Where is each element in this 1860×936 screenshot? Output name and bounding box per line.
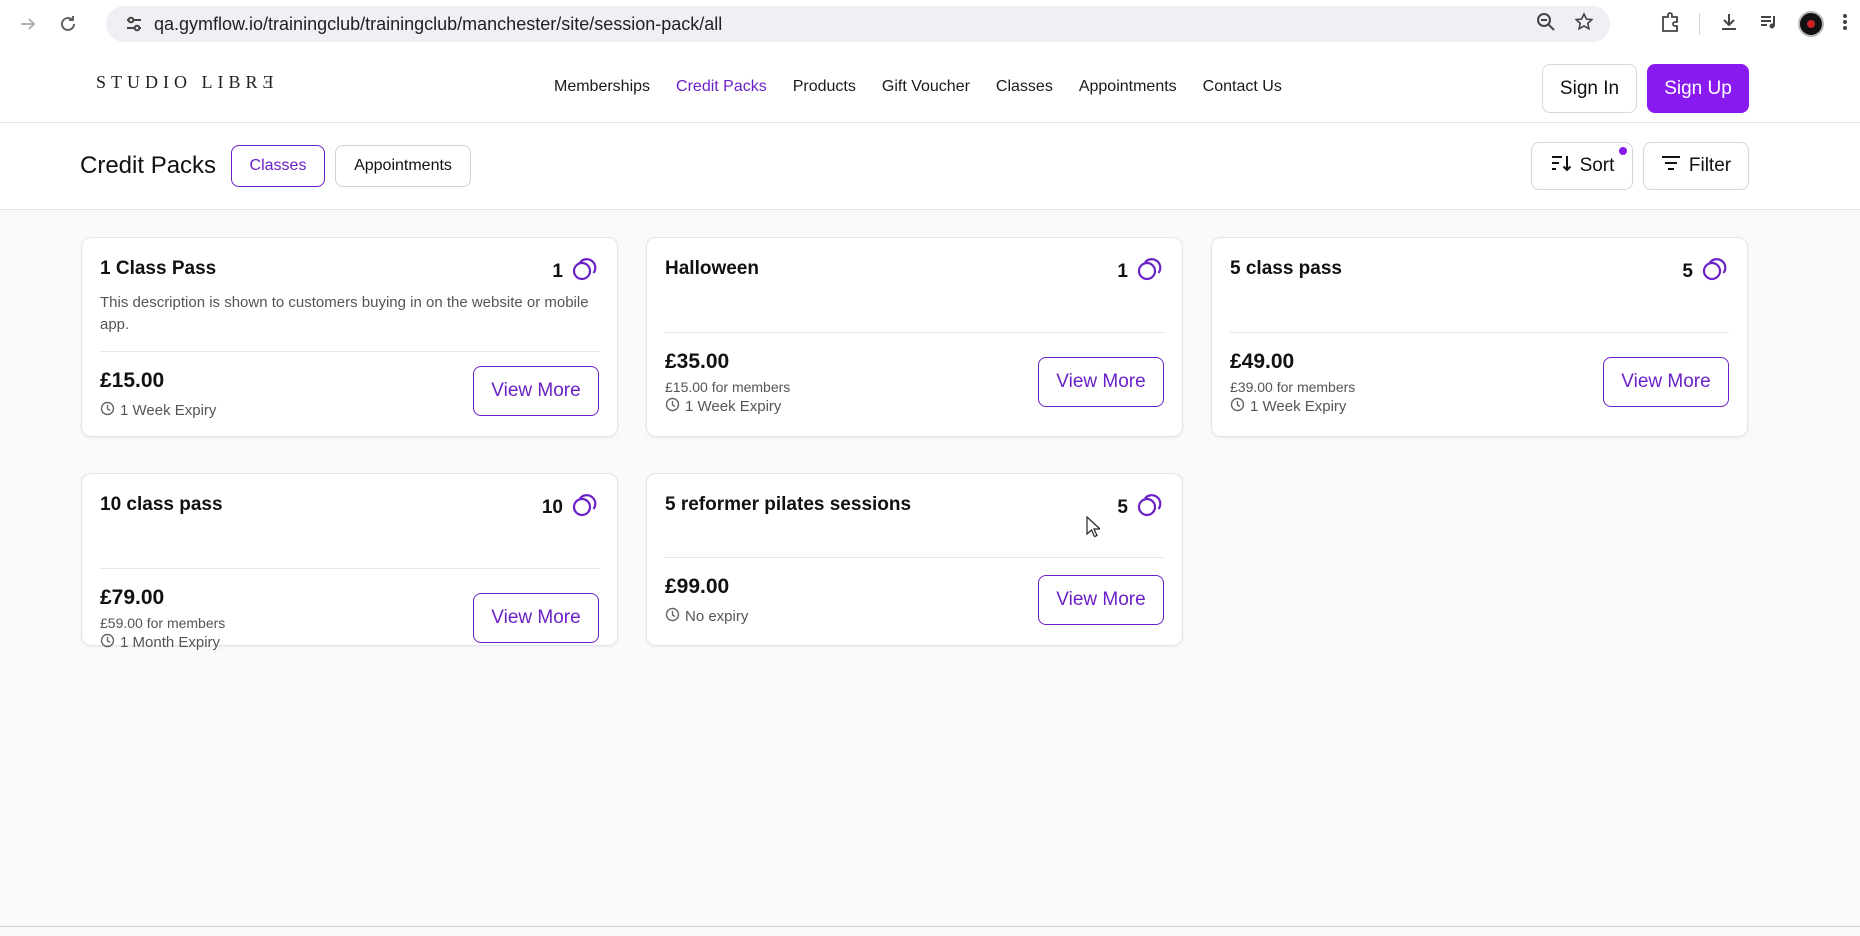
- view-more-button[interactable]: View More: [473, 366, 599, 416]
- page-bottom-divider: [0, 926, 1860, 927]
- download-icon[interactable]: [1718, 11, 1740, 38]
- address-bar[interactable]: qa.gymflow.io/trainingclub/trainingclub/…: [106, 6, 1610, 42]
- card-divider: [100, 351, 599, 352]
- card-price: £79.00: [100, 586, 165, 609]
- menu-icon[interactable]: [1842, 12, 1848, 37]
- clock-icon: [100, 633, 115, 652]
- site-settings-icon[interactable]: [114, 14, 154, 34]
- expiry-label: 1 Week Expiry: [685, 398, 782, 415]
- credit-count-value: 5: [1117, 497, 1128, 518]
- card-divider: [665, 557, 1164, 558]
- card-title: 5 reformer pilates sessions: [665, 494, 912, 515]
- credit-count-value: 10: [541, 497, 563, 518]
- sort-label: Sort: [1579, 155, 1615, 176]
- credit-count-value: 1: [552, 261, 563, 282]
- credits-icon: [1136, 256, 1164, 288]
- member-price: £15.00 for members: [665, 379, 791, 395]
- page-toolbar: Credit Packs Classes Appointments Sort F…: [0, 124, 1860, 210]
- card-expiry: 1 Week Expiry: [665, 397, 781, 416]
- expiry-label: 1 Month Expiry: [120, 634, 221, 651]
- nav-contact-us[interactable]: Contact Us: [1203, 78, 1282, 96]
- credits-icon: [571, 492, 599, 524]
- card-credit-count: 5: [1117, 492, 1164, 524]
- view-more-button[interactable]: View More: [1038, 575, 1164, 625]
- card-price: £99.00: [665, 575, 730, 598]
- page-title: Credit Packs: [80, 152, 217, 179]
- card-title: 10 class pass: [100, 494, 223, 515]
- card-title: Halloween: [665, 258, 759, 279]
- browser-toolbar: qa.gymflow.io/trainingclub/trainingclub/…: [0, 0, 1860, 48]
- bookmark-star-icon[interactable]: [1574, 11, 1594, 37]
- clock-icon: [665, 397, 680, 416]
- toolbar-separator: [1699, 13, 1700, 35]
- clock-icon: [665, 607, 680, 626]
- zoom-icon[interactable]: [1536, 12, 1556, 37]
- credit-pack-card[interactable]: 5 reformer pilates sessions 5 £99.00 No …: [646, 473, 1183, 646]
- card-divider: [1230, 332, 1729, 333]
- credits-icon: [571, 256, 599, 288]
- member-price: £59.00 for members: [100, 615, 226, 631]
- view-more-button[interactable]: View More: [1603, 357, 1729, 407]
- card-expiry: 1 Week Expiry: [1230, 397, 1346, 416]
- nav-appointments[interactable]: Appointments: [1079, 78, 1177, 96]
- credits-icon: [1136, 492, 1164, 524]
- nav-memberships[interactable]: Memberships: [554, 78, 650, 96]
- card-credit-count: 10: [542, 492, 599, 524]
- forward-icon[interactable]: [10, 6, 46, 42]
- credit-pack-card[interactable]: 10 class pass 10 £79.00 £59.00 for membe…: [81, 473, 618, 651]
- clock-icon: [100, 401, 115, 420]
- filter-icon: [1661, 154, 1681, 178]
- sign-up-button[interactable]: Sign Up: [1647, 64, 1749, 113]
- member-price: £39.00 for members: [1230, 379, 1356, 395]
- sign-in-button[interactable]: Sign In: [1542, 64, 1637, 113]
- card-credit-count: 1: [1117, 256, 1164, 288]
- card-credit-count: 1: [552, 256, 599, 288]
- card-title: 5 class pass: [1230, 258, 1342, 279]
- main-nav: Memberships Credit Packs Products Gift V…: [554, 78, 1308, 96]
- clock-icon: [1230, 397, 1245, 416]
- nav-gift-voucher[interactable]: Gift Voucher: [882, 78, 970, 96]
- credit-pack-card[interactable]: 5 class pass 5 £49.00 £39.00 for members…: [1211, 237, 1748, 437]
- credit-pack-card[interactable]: Halloween 1 £35.00 £15.00 for members 1 …: [646, 237, 1183, 437]
- card-credit-count: 5: [1682, 256, 1729, 288]
- card-price: £49.00: [1230, 350, 1295, 373]
- extensions-icon[interactable]: [1659, 11, 1681, 38]
- url-text[interactable]: qa.gymflow.io/trainingclub/trainingclub/…: [154, 14, 722, 35]
- credit-count-value: 1: [1117, 261, 1128, 282]
- filter-button[interactable]: Filter: [1643, 142, 1749, 190]
- card-description: This description is shown to customers b…: [100, 294, 589, 333]
- site-header: STUDIO LIBRƎ Memberships Credit Packs Pr…: [0, 48, 1860, 123]
- expiry-label: No expiry: [685, 608, 749, 625]
- expiry-label: 1 Week Expiry: [1250, 398, 1347, 415]
- sort-button[interactable]: Sort: [1531, 142, 1633, 190]
- nav-credit-packs[interactable]: Credit Packs: [676, 78, 767, 96]
- profile-avatar[interactable]: [1798, 11, 1824, 37]
- card-title: 1 Class Pass: [100, 258, 217, 279]
- chip-classes[interactable]: Classes: [231, 145, 325, 187]
- card-price: £35.00: [665, 350, 730, 373]
- media-icon[interactable]: [1758, 11, 1780, 38]
- card-divider: [665, 332, 1164, 333]
- card-expiry: 1 Month Expiry: [100, 633, 220, 652]
- card-expiry: 1 Week Expiry: [100, 401, 216, 420]
- credits-icon: [1701, 256, 1729, 288]
- view-more-button[interactable]: View More: [473, 593, 599, 643]
- logo[interactable]: STUDIO LIBRƎ: [96, 72, 279, 93]
- sort-active-dot: [1619, 147, 1627, 155]
- card-divider: [100, 568, 599, 569]
- nav-products[interactable]: Products: [793, 78, 856, 96]
- chip-appointments[interactable]: Appointments: [335, 145, 471, 187]
- credit-count-value: 5: [1682, 261, 1693, 282]
- nav-classes[interactable]: Classes: [996, 78, 1053, 96]
- card-expiry: No expiry: [665, 607, 748, 626]
- mouse-cursor-icon: [1086, 515, 1102, 543]
- sort-icon: [1550, 153, 1572, 179]
- view-more-button[interactable]: View More: [1038, 357, 1164, 407]
- expiry-label: 1 Week Expiry: [120, 402, 217, 419]
- credit-pack-card[interactable]: 1 Class Pass 1 This description is shown…: [81, 237, 618, 437]
- reload-icon[interactable]: [50, 6, 86, 42]
- filter-label: Filter: [1688, 155, 1732, 176]
- card-price: £15.00: [100, 369, 165, 392]
